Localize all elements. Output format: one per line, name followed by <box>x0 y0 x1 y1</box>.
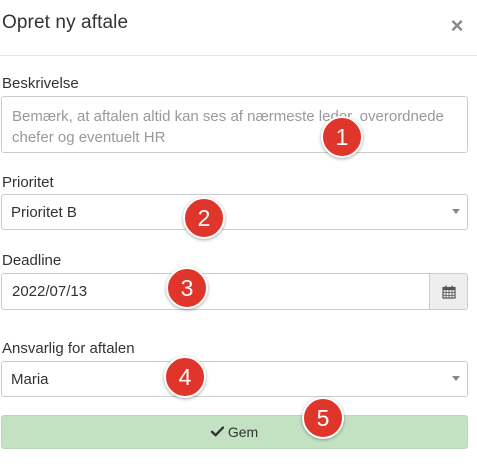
chevron-down-icon <box>452 209 460 214</box>
annotation-badge-3: 3 <box>166 267 208 309</box>
deadline-date-input[interactable] <box>1 273 429 310</box>
annotation-badge-5: 5 <box>302 397 344 439</box>
close-button[interactable]: × <box>447 14 467 38</box>
description-textarea[interactable] <box>1 96 468 153</box>
deadline-input-group <box>1 273 468 310</box>
save-button-label: Gem <box>227 424 259 440</box>
create-agreement-modal: Opret ny aftale × Beskrivelse Prioritet … <box>0 0 477 467</box>
responsible-label: Ansvarlig for aftalen <box>2 340 135 357</box>
description-label: Beskrivelse <box>2 75 79 92</box>
priority-label: Prioritet <box>2 174 54 191</box>
deadline-label: Deadline <box>2 252 62 269</box>
check-icon <box>210 426 224 437</box>
modal-title: Opret ny aftale <box>2 12 129 33</box>
chevron-down-icon <box>452 376 460 381</box>
annotation-badge-2: 2 <box>183 197 225 239</box>
date-picker-button[interactable] <box>429 273 468 310</box>
close-icon: × <box>450 13 464 38</box>
responsible-select[interactable]: Maria <box>1 361 468 397</box>
annotation-badge-1: 1 <box>321 116 363 158</box>
modal-header: Opret ny aftale × <box>0 0 477 56</box>
priority-selected-value: Prioritet B <box>11 204 77 221</box>
responsible-selected-value: Maria <box>11 371 49 388</box>
annotation-badge-4: 4 <box>164 356 206 398</box>
priority-select[interactable]: Prioritet B <box>1 194 468 230</box>
calendar-icon <box>442 285 456 299</box>
save-button[interactable]: Gem <box>1 415 468 449</box>
